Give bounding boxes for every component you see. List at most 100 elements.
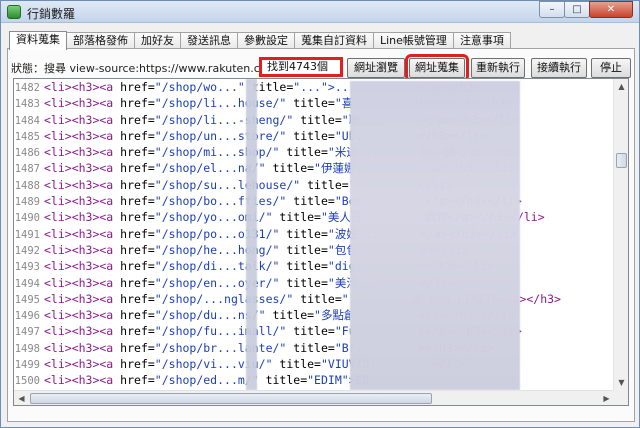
code-line: 1482 <li><h3><a href="/shop/wo..." title=… — [14, 79, 614, 95]
minimize-icon[interactable]: – — [539, 1, 565, 18]
tab-notes[interactable]: 注意事項 — [452, 32, 511, 49]
horizontal-scrollbar[interactable]: ◀ ▶ — [14, 390, 614, 405]
browse-url-button[interactable]: 網址瀏覽 — [347, 58, 405, 78]
code-line-pre: <li><h3><a — [44, 128, 121, 143]
app-icon — [7, 5, 21, 19]
tab-custom-collection[interactable]: 蒐集自訂資料 — [294, 32, 374, 49]
scroll-left-icon[interactable]: ◀ — [14, 391, 29, 405]
code-line-pre: <li><h3><a — [44, 275, 121, 290]
stop-button[interactable]: 停止 — [591, 58, 631, 78]
code-line: 1493 <li><h3><a href="/shop/di...talk/" t… — [14, 258, 614, 274]
tab-bar: 資料蒐集 部落格發佈 加好友 發送訊息 參數設定 蒐集自訂資料 Line帳號管理… — [9, 31, 511, 50]
vertical-scroll-thumb[interactable] — [616, 153, 627, 168]
code-line-val: "/shop/bo...ffies/" — [154, 194, 287, 209]
close-icon[interactable]: ✕ — [589, 1, 633, 18]
code-line-val: "/shop/li...-sheng/" — [154, 112, 294, 127]
code-line-mid: title= — [286, 96, 335, 111]
code-line: 1494 <li><h3><a href="/shop/en...oyer/" t… — [14, 275, 614, 291]
code-line-n: 1492 — [14, 244, 40, 257]
code-line-n: 1497 — [14, 326, 40, 339]
found-count: 找到4743個 — [259, 57, 343, 77]
scroll-down-icon[interactable]: ▼ — [614, 375, 628, 390]
code-line-attr: href= — [120, 161, 155, 176]
code-line-n: 1496 — [14, 310, 40, 323]
continue-button[interactable]: 接續執行 — [531, 58, 587, 78]
vertical-scrollbar[interactable]: ▲ ▼ — [613, 79, 628, 390]
code-line-pre: <li><h3><a — [44, 96, 121, 111]
code-line: 1498 <li><h3><a href="/shop/br...lante/" … — [14, 340, 614, 356]
code-line: 1489 <li><h3><a href="/shop/bo...ffies/" … — [14, 193, 614, 209]
code-line-n: 1491 — [14, 228, 40, 241]
code-line-attr: href= — [120, 128, 155, 143]
code-line: 1487 <li><h3><a href="/shop/el...na/" tit… — [14, 160, 614, 176]
code-line-pre: <li><h3><a — [44, 177, 121, 192]
code-line-mid: title= — [279, 275, 328, 290]
tab-blog-publish[interactable]: 部落格發佈 — [66, 32, 135, 49]
code-line-n: 1487 — [14, 163, 40, 176]
code-line-pre: <li><h3><a — [44, 80, 121, 94]
code-line-mid: title= — [293, 112, 342, 127]
code-line-n: 1493 — [14, 261, 40, 274]
code-line-pre: <li><h3><a — [44, 242, 121, 257]
code-line: 1492 <li><h3><a href="/shop/he...hong/" t… — [14, 242, 614, 258]
scroll-up-icon[interactable]: ▲ — [614, 79, 628, 94]
code-line-pre: <li><h3><a — [44, 357, 121, 372]
code-line-n: 1499 — [14, 359, 40, 372]
window-controls: – □ ✕ — [539, 1, 633, 19]
source-text-area[interactable]: 1482 <li><h3><a href="/shop/wo..." title=… — [13, 78, 629, 406]
code-line-pre: <li><h3><a — [44, 112, 121, 127]
code-line-attr: href= — [120, 259, 155, 274]
code-line-val: "/shop/en...oyer/" — [154, 275, 280, 290]
code-line-attr: href= — [120, 357, 155, 372]
scroll-right-icon[interactable]: ▶ — [599, 391, 614, 405]
code-line-attr: href= — [120, 275, 155, 290]
code-line-pre: <li><h3><a — [44, 291, 121, 306]
rerun-button[interactable]: 重新執行 — [471, 58, 525, 78]
code-line-attr: href= — [120, 373, 155, 388]
code-line-pre: <li><h3><a — [44, 373, 121, 388]
code-line-mid: title= — [265, 308, 315, 323]
tab-line-accounts[interactable]: Line帳號管理 — [373, 32, 454, 49]
code-line-mid: title= — [286, 128, 335, 143]
scroll-corner — [613, 390, 628, 405]
code-line-val: "/shop/su...lehouse/" — [154, 177, 301, 192]
code-line-val: "/shop/mi...shop/" — [154, 145, 280, 160]
code-line-val: "/shop/br...lante/" — [154, 340, 287, 355]
tab-data-collection[interactable]: 資料蒐集 — [9, 31, 67, 50]
code-line-mid: title= — [258, 373, 308, 388]
code-line-n: 1484 — [14, 114, 40, 127]
code-line-attr: href= — [120, 210, 155, 225]
code-line: 1499 <li><h3><a href="/shop/vi...viu/" ti… — [14, 356, 614, 372]
code-line-n: 1500 — [14, 375, 40, 388]
maximize-icon[interactable]: □ — [564, 1, 590, 18]
tab-settings[interactable]: 參數設定 — [237, 32, 295, 49]
code-line-n: 1482 — [14, 82, 40, 94]
code-line-val: "/shop/po...o131/" — [154, 226, 280, 241]
code-line-n: 1485 — [14, 130, 40, 143]
code-line-mid: title= — [272, 357, 321, 372]
code-line-pre: <li><h3><a — [44, 259, 121, 274]
collect-url-button[interactable]: 網址蒐集 — [405, 54, 469, 82]
code-line-n: 1489 — [14, 196, 40, 209]
code-line: 1495 <li><h3><a href="/shop/...nglasses/"… — [14, 291, 614, 307]
code-line-attr: href= — [120, 112, 155, 127]
code-line-n: 1495 — [14, 293, 40, 306]
code-line-pre: <li><h3><a — [44, 145, 121, 160]
horizontal-scroll-thumb[interactable] — [30, 393, 432, 404]
code-line-val: "/shop/li...house/" — [154, 96, 287, 111]
code-line-mid: title= — [265, 161, 315, 176]
code-line-attr: href= — [120, 291, 155, 306]
code-line-attr: href= — [120, 308, 155, 323]
code-line-mid: title= — [279, 259, 328, 274]
code-line-val: "/shop/un...store/" — [154, 128, 287, 143]
code-line-pre: <li><h3><a — [44, 194, 121, 209]
code-line-val: "/shop/ed...m/" — [154, 373, 259, 388]
app-window: 行銷數羅 – □ ✕ 資料蒐集 部落格發佈 加好友 發送訊息 參數設定 蒐集自訂… — [0, 0, 640, 428]
code-line-mid: title= — [286, 194, 335, 209]
tab-send-message[interactable]: 發送訊息 — [180, 32, 238, 49]
code-line-n: 1483 — [14, 98, 40, 111]
code-line-attr: href= — [120, 242, 155, 257]
code-line-attr: href= — [120, 96, 155, 111]
tab-add-friend[interactable]: 加好友 — [134, 32, 181, 49]
code-line-mid: title= — [279, 226, 328, 241]
